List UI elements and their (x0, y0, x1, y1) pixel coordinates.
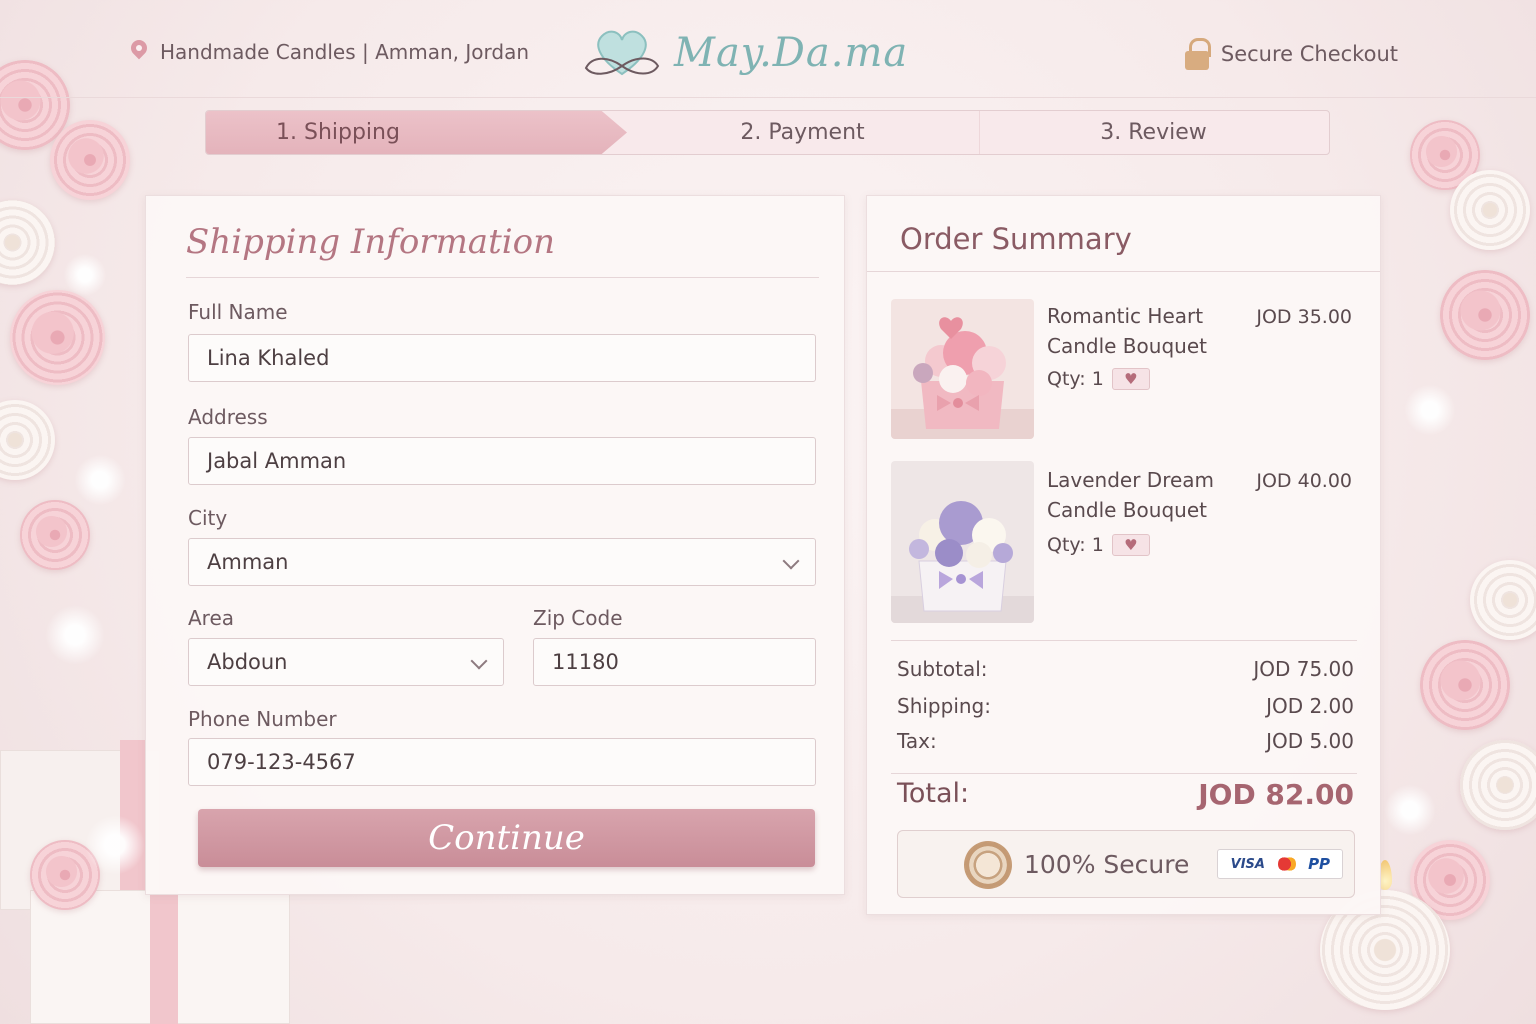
phone-input[interactable]: 079-123-4567 (188, 738, 816, 786)
secure-checkout-indicator: Secure Checkout (1184, 38, 1398, 70)
step-payment[interactable]: 2. Payment (627, 111, 980, 154)
step-divider (958, 111, 980, 154)
order-summary-title: Order Summary (900, 222, 1132, 256)
item-quantity: Qty: 1 ♥ (1047, 534, 1150, 556)
security-seal-icon (964, 841, 1012, 889)
area-select[interactable]: Abdoun (188, 638, 504, 686)
total-label: Total: (897, 778, 970, 809)
visa-logo: VISA (1230, 856, 1265, 872)
city-select[interactable]: Amman (188, 538, 816, 586)
floral-decoration-left (0, 0, 150, 1024)
step-label: 3. Review (1100, 120, 1207, 145)
city-value: Amman (207, 550, 289, 574)
item-name: Romantic Heart Candle Bouquet (1047, 304, 1207, 358)
location-pin-icon (130, 40, 148, 64)
subtotal-value: JOD 75.00 (1253, 657, 1354, 681)
product-image-lavender-dream[interactable] (891, 461, 1034, 623)
total-value: JOD 82.00 (1198, 778, 1354, 811)
area-value: Abdoun (207, 650, 288, 674)
tax-row: Tax: JOD 5.00 (897, 729, 1354, 753)
divider (891, 773, 1357, 774)
phone-value: 079-123-4567 (207, 750, 356, 774)
divider (891, 640, 1357, 641)
address-value: Jabal Amman (207, 449, 347, 473)
secure-payment-badge: 100% Secure VISA PP (897, 830, 1355, 898)
step-label: 1. Shipping (276, 120, 400, 145)
favorite-heart-button[interactable]: ♥ (1111, 368, 1150, 390)
shipping-row: Shipping: JOD 2.00 (897, 694, 1354, 718)
secure-checkout-label: Secure Checkout (1220, 42, 1398, 66)
tax-value: JOD 5.00 (1266, 729, 1354, 753)
favorite-heart-button[interactable]: ♥ (1111, 534, 1150, 556)
shipping-label: Shipping: (897, 694, 991, 718)
subtotal-label: Subtotal: (897, 657, 988, 681)
heart-infinity-icon (580, 22, 664, 84)
divider (186, 277, 819, 278)
item-price: JOD 40.00 (1256, 470, 1352, 492)
paypal-logo: PP (1308, 855, 1331, 873)
tax-label: Tax: (897, 729, 937, 753)
chevron-down-icon (782, 552, 800, 570)
step-review[interactable]: 3. Review (978, 111, 1329, 154)
phone-label: Phone Number (188, 707, 337, 731)
heart-icon: ♥ (1124, 536, 1138, 554)
item-quantity: Qty: 1 ♥ (1047, 368, 1150, 390)
checkout-stepper: 1. Shipping 2. Payment 3. Review (205, 110, 1330, 155)
chevron-down-icon (470, 652, 488, 670)
address-label: Address (188, 405, 268, 429)
lock-icon (1184, 38, 1211, 70)
shipping-value: JOD 2.00 (1266, 694, 1354, 718)
address-input[interactable]: Jabal Amman (188, 437, 816, 485)
product-image-romantic-heart[interactable] (891, 299, 1034, 439)
floral-decoration-right (1380, 100, 1536, 1024)
zip-code-input[interactable]: 11180 (533, 638, 816, 686)
continue-button[interactable]: Continue (198, 809, 815, 867)
item-price: JOD 35.00 (1256, 306, 1352, 328)
shipping-information-card: Shipping Information Full Name Lina Khal… (145, 195, 845, 895)
step-label: 2. Payment (740, 120, 865, 145)
city-label: City (188, 506, 228, 530)
secure-badge-text: 100% Secure (1024, 849, 1190, 879)
full-name-value: Lina Khaled (207, 346, 330, 370)
payment-methods-logo: VISA PP (1217, 849, 1344, 879)
area-label: Area (188, 606, 235, 630)
brand-name: May.Da.ma (674, 30, 909, 76)
total-row: Total: JOD 82.00 (897, 778, 1354, 811)
item-qty-text: Qty: 1 (1047, 534, 1104, 556)
item-name: Lavender Dream Candle Bouquet (1047, 468, 1215, 522)
order-summary-card: Order Summary Romantic Heart Candle Bouq… (866, 195, 1381, 915)
full-name-input[interactable]: Lina Khaled (188, 334, 816, 382)
shipping-title: Shipping Information (186, 222, 555, 262)
location-text: Handmade Candles | Amman, Jordan (160, 40, 530, 64)
mastercard-icon (1277, 855, 1296, 873)
zip-code-value: 11180 (552, 650, 619, 674)
full-name-label: Full Name (188, 300, 288, 324)
zip-code-label: Zip Code (533, 606, 623, 630)
brand-logo[interactable]: May.Da.ma (580, 22, 908, 84)
step-shipping[interactable]: 1. Shipping (206, 111, 627, 154)
item-qty-text: Qty: 1 (1047, 368, 1104, 390)
divider (867, 271, 1380, 272)
heart-icon: ♥ (1124, 370, 1138, 388)
top-header: Handmade Candles | Amman, Jordan May.Da.… (0, 0, 1536, 98)
subtotal-row: Subtotal: JOD 75.00 (897, 657, 1354, 681)
shop-location: Handmade Candles | Amman, Jordan (130, 40, 529, 64)
